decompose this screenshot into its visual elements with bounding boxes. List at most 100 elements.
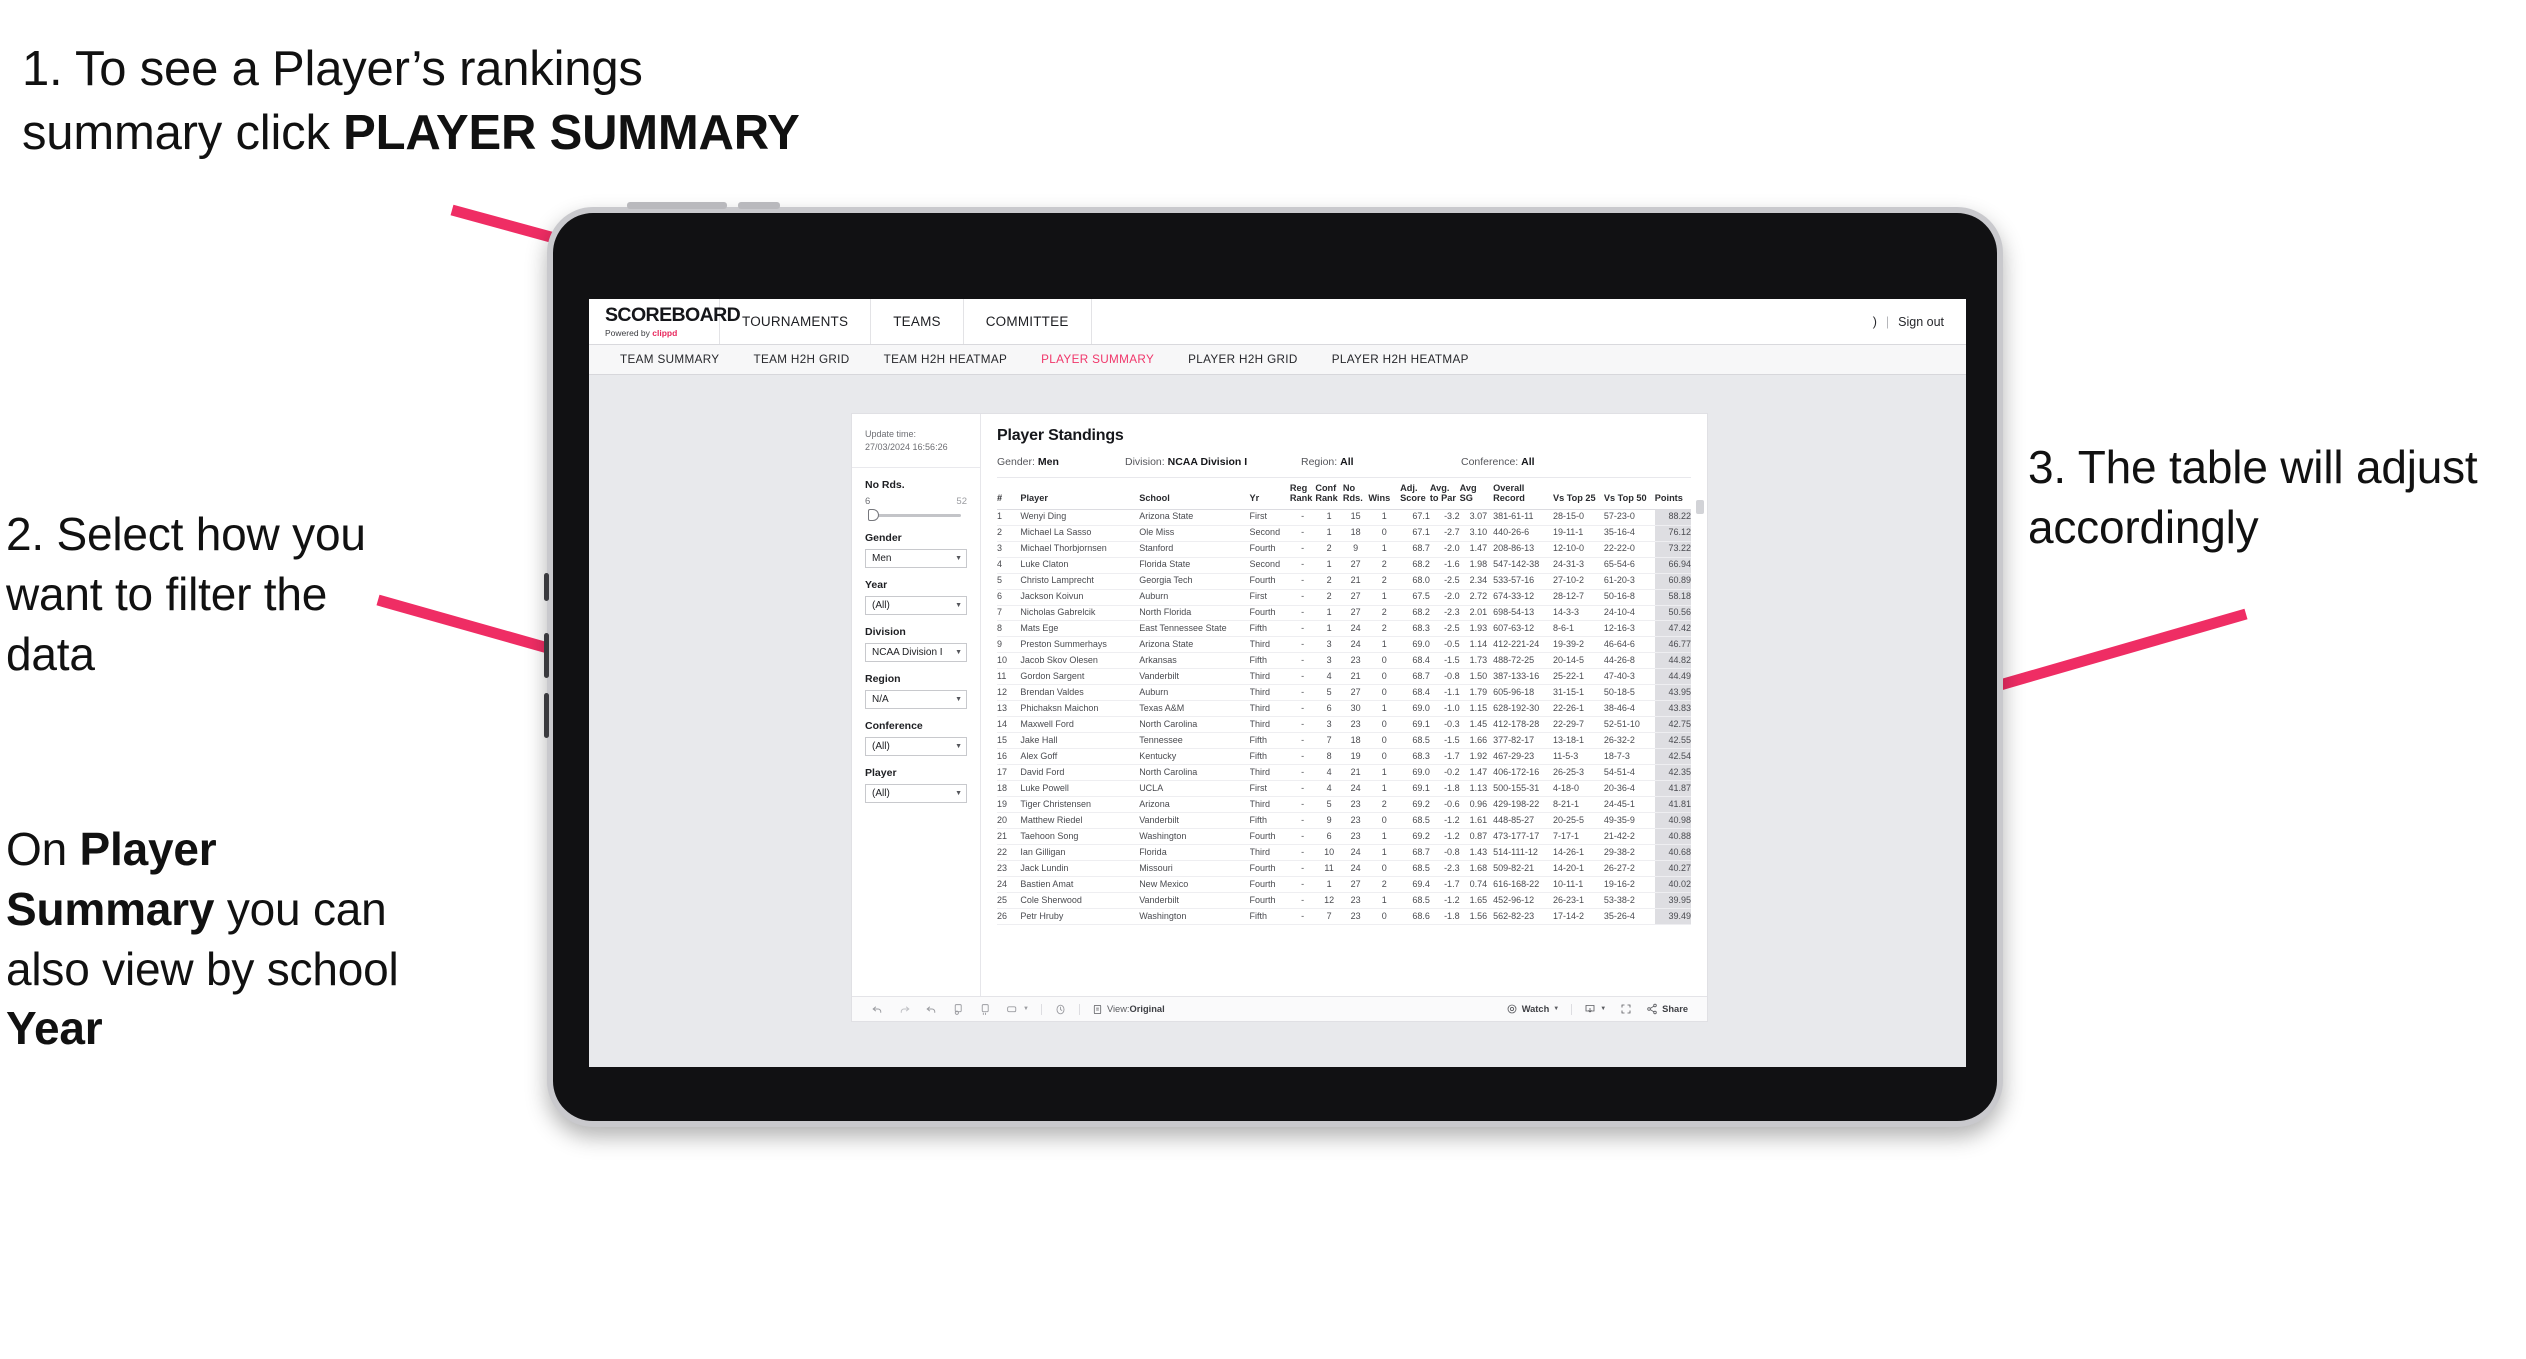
chevron-down-icon: ▼	[955, 649, 962, 657]
slider-track[interactable]	[871, 514, 961, 518]
cell-pts: 42.75	[1654, 716, 1691, 734]
no-rds-slider[interactable]	[865, 509, 967, 522]
cell-t25: 20-25-5	[1552, 812, 1604, 830]
table-row[interactable]: 5 Christo Lamprecht Georgia Tech Fourth -2 21…	[997, 573, 1691, 590]
filter-conference-select[interactable]: (All) ▼	[865, 737, 967, 757]
toolbar-divider	[1078, 1003, 1080, 1015]
col-header-yr[interactable]: Yr	[1249, 478, 1290, 510]
col-header-adj[interactable]: Adj. Score	[1400, 478, 1430, 510]
table-row[interactable]: 11 Gordon Sargent Vanderbilt Third -4 21 0 68.7…	[997, 668, 1691, 686]
cell-num: 10	[997, 652, 1021, 670]
watch-button[interactable]: Watch ▼	[1499, 1003, 1567, 1015]
cell-t50: 54-51-4	[1603, 764, 1655, 782]
col-header-pts[interactable]: Points	[1654, 478, 1691, 510]
cell-sg: 1.47	[1459, 764, 1488, 782]
table-row[interactable]: 15 Jake Hall Tennessee Fifth -7 18 0 68.5 -1.5 1.…	[997, 732, 1691, 750]
col-header-play[interactable]: Player	[1020, 478, 1140, 510]
col-header-rec[interactable]: Overall Record	[1487, 478, 1553, 510]
tab-player-h2h-grid[interactable]: PLAYER H2H GRID	[1171, 345, 1315, 375]
table-row[interactable]: 4 Luke Claton Florida State Second -1 27 2 68.2…	[997, 557, 1691, 574]
standings-table-wrapper: # Player School Yr Reg Rank Conf Rank No Rds. Wins…	[981, 478, 1707, 996]
device-layout-button[interactable]: ▼	[999, 1003, 1036, 1016]
nav-committee[interactable]: COMMITTEE	[964, 299, 1092, 344]
table-row[interactable]: 25 Cole Sherwood Vanderbilt Fourth -12 23 1 68.…	[997, 892, 1691, 910]
tab-team-summary[interactable]: TEAM SUMMARY	[603, 345, 736, 375]
cell-t25: 17-14-2	[1552, 908, 1604, 926]
tab-player-h2h-heatmap[interactable]: PLAYER H2H HEATMAP	[1315, 345, 1486, 375]
table-row[interactable]: 12 Brendan Valdes Auburn Third -5 27 0 68.4 -1.1…	[997, 684, 1691, 702]
table-row[interactable]: 23 Jack Lundin Missouri Fourth -11 24 0 68.5 -2.…	[997, 860, 1691, 878]
table-row[interactable]: 24 Bastien Amat New Mexico Fourth -1 27 2 69.4-…	[997, 876, 1691, 894]
col-header-t25[interactable]: Vs Top 25	[1552, 478, 1604, 510]
cell-adj: 69.1	[1400, 716, 1430, 734]
fullscreen-button[interactable]	[1613, 1003, 1639, 1015]
cell-play: Mats Ege	[1020, 620, 1140, 638]
sign-out-link[interactable]: Sign out	[1898, 315, 1944, 329]
col-header-sg[interactable]: Avg SG	[1459, 478, 1488, 510]
nav-tournaments[interactable]: TOURNAMENTS	[720, 299, 872, 344]
filter-player-select[interactable]: (All) ▼	[865, 784, 967, 804]
nav-teams[interactable]: TEAMS	[871, 299, 964, 344]
cell-rec: 448-85-27	[1487, 812, 1553, 830]
table-row[interactable]: 3 Michael Thorbjornsen Stanford Fourth -2 9 1 6…	[997, 541, 1691, 558]
tab-player-summary[interactable]: PLAYER SUMMARY	[1024, 345, 1171, 375]
col-header-conf[interactable]: Conf Rank	[1315, 478, 1343, 510]
cell-school: Stanford	[1139, 541, 1250, 558]
table-row[interactable]: 17 David Ford North Carolina Third -4 21 1 69.0…	[997, 764, 1691, 782]
col-header-reg[interactable]: Reg Rank	[1289, 478, 1316, 510]
table-row[interactable]: 18 Luke Powell UCLA First -4 24 1 69.1 -1.8 1.13 5…	[997, 780, 1691, 798]
col-header-par[interactable]: Avg. to Par	[1429, 478, 1460, 510]
table-row[interactable]: 26 Petr Hruby Washington Fifth -7 23 0 68.6 -1.8…	[997, 908, 1691, 926]
section-tabs: TEAM SUMMARY TEAM H2H GRID TEAM H2H HEAT…	[589, 345, 1966, 375]
table-row[interactable]: 7 Nicholas Gabrelcik North Florida Fourth -1…	[997, 605, 1691, 622]
table-row[interactable]: 16 Alex Goff Kentucky Fifth -8 19 0 68.3 -1.7 1.9…	[997, 748, 1691, 766]
col-header-school[interactable]: School	[1139, 478, 1250, 510]
col-header-num[interactable]: #	[997, 478, 1021, 510]
table-row[interactable]: 20 Matthew Riedel Vanderbilt Fifth -9 23 0 68.5…	[997, 812, 1691, 830]
cell-play: Phichaksn Maichon	[1020, 700, 1140, 718]
table-row[interactable]: 14 Maxwell Ford North Carolina Third -3 23 0 69…	[997, 716, 1691, 734]
tab-team-h2h-grid[interactable]: TEAM H2H GRID	[736, 345, 866, 375]
table-row[interactable]: 6 Jackson Koivun Auburn First -2 27 1 67.5 -2.0 2…	[997, 589, 1691, 606]
refresh-data-button[interactable]	[945, 1003, 972, 1016]
pause-button[interactable]	[1047, 1003, 1074, 1016]
filter-gender-select[interactable]: Men ▼	[865, 549, 967, 569]
cell-adj: 69.0	[1400, 700, 1430, 718]
filter-region-select[interactable]: N/A ▼	[865, 690, 967, 710]
slider-knob[interactable]	[868, 509, 879, 522]
cell-conf: 2	[1315, 541, 1343, 558]
cell-rec: 406-172-16	[1487, 764, 1553, 782]
pause-updates-button[interactable]	[972, 1003, 999, 1016]
cell-yr: Fourth	[1249, 860, 1290, 878]
table-row[interactable]: 2 Michael La Sasso Ole Miss Second -1 18 0 67.1…	[997, 525, 1691, 542]
cell-pts: 40.98	[1654, 812, 1691, 830]
download-button[interactable]: ▼	[1577, 1003, 1613, 1016]
brand-tagline: Powered by clippd	[605, 327, 678, 338]
col-header-rds[interactable]: No Rds.	[1342, 478, 1369, 510]
filter-division-select[interactable]: NCAA Division I ▼	[865, 643, 967, 663]
table-row[interactable]: 8 Mats Ege East Tennessee State Fifth -1 24 2 6…	[997, 620, 1691, 638]
table-row[interactable]: 22 Ian Gilligan Florida Third -10 24 1 68.7 -0.8…	[997, 844, 1691, 862]
vertical-scrollbar[interactable]	[1696, 500, 1704, 514]
cell-t25: 8-21-1	[1552, 796, 1604, 814]
table-row[interactable]: 21 Taehoon Song Washington Fourth -6 23 1 69.2-…	[997, 828, 1691, 846]
table-row[interactable]: 19 Tiger Christensen Arizona Third -5 23 2 69.2…	[997, 796, 1691, 814]
cell-t50: 26-27-2	[1603, 860, 1655, 878]
brand-clippd: clippd	[652, 327, 678, 338]
undo-button[interactable]	[864, 1003, 891, 1016]
col-header-t50[interactable]: Vs Top 50	[1603, 478, 1655, 510]
cell-pts: 39.49	[1654, 908, 1691, 926]
redo-button[interactable]	[891, 1003, 918, 1016]
revert-button[interactable]	[918, 1003, 945, 1016]
view-original-button[interactable]: View: Original	[1085, 1003, 1172, 1016]
col-header-wins[interactable]: Wins	[1368, 478, 1401, 510]
cell-reg: -	[1289, 780, 1316, 798]
cell-school: Missouri	[1139, 860, 1250, 878]
table-row[interactable]: 10 Jacob Skov Olesen Arkansas Fifth -3 23 0 68.…	[997, 652, 1691, 670]
table-row[interactable]: 1 Wenyi Ding Arizona State First -1 15 1 67.1 -3…	[997, 509, 1691, 526]
filter-year-select[interactable]: (All) ▼	[865, 596, 967, 616]
table-row[interactable]: 13 Phichaksn Maichon Texas A&M Third -6 30 1 69…	[997, 700, 1691, 718]
share-button[interactable]: Share	[1639, 1003, 1695, 1015]
table-row[interactable]: 9 Preston Summerhays Arizona State Third -3 2…	[997, 636, 1691, 654]
tab-team-h2h-heatmap[interactable]: TEAM H2H HEATMAP	[867, 345, 1025, 375]
